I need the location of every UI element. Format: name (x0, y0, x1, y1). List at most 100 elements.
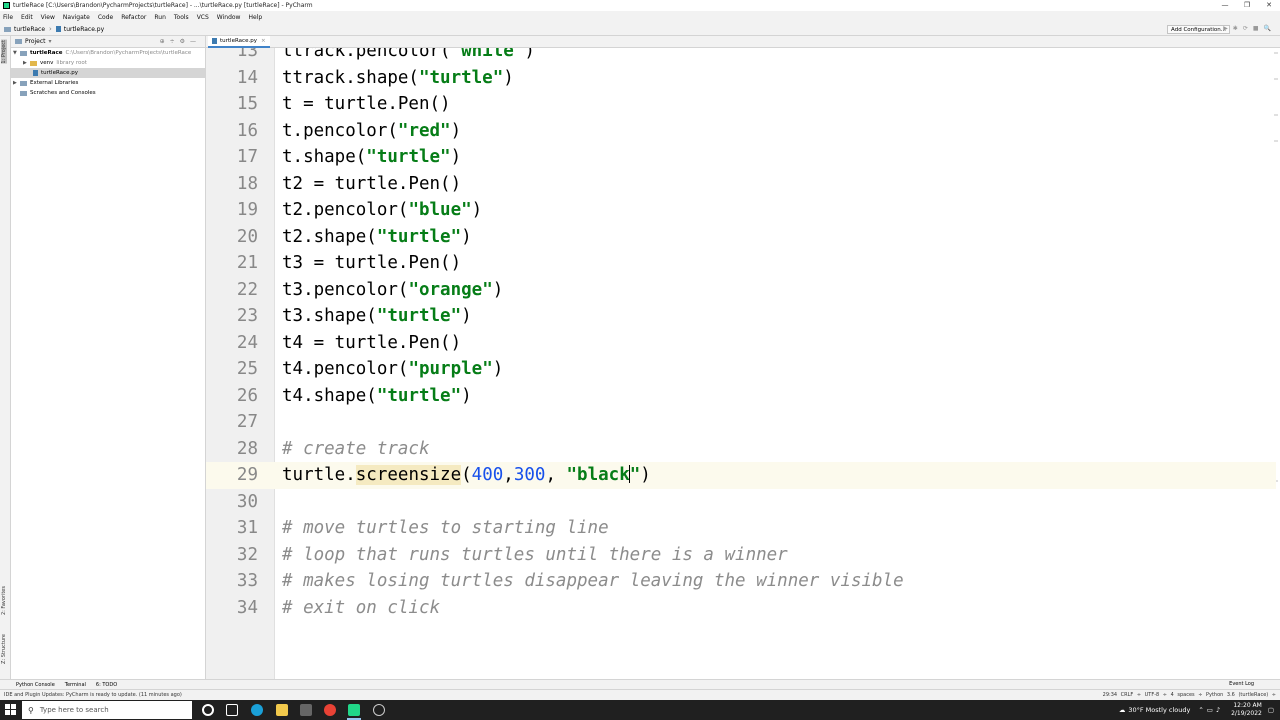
breadcrumb-separator: › (49, 25, 52, 33)
code-line[interactable]: 26 t4.shape("turtle") (206, 383, 1276, 410)
maximize-button[interactable]: ❐ (1236, 0, 1258, 11)
add-configuration-button[interactable]: Add Configuration... (1167, 25, 1230, 34)
code-token: " (629, 465, 641, 485)
menu-code[interactable]: Code (98, 14, 113, 21)
notification-icon[interactable]: ▢ (1268, 706, 1274, 714)
code-token: t3.pencolor( (282, 279, 409, 300)
code-line[interactable]: 20 t2.shape("turtle") (206, 224, 1276, 251)
menu-refactor[interactable]: Refactor (121, 14, 146, 21)
code-line[interactable]: 15 t = turtle.Pen() (206, 91, 1276, 118)
chevron-down-icon[interactable]: ▾ (49, 38, 52, 45)
clock[interactable]: 12:20 AM 2/19/2022 (1231, 702, 1262, 718)
tray-icons[interactable]: ⌃▭♪ (1198, 706, 1223, 714)
menu-view[interactable]: View (41, 14, 55, 21)
code-token: "blue" (408, 200, 472, 220)
code-line[interactable]: 33 # makes losing turtles disappear leavi… (206, 568, 1276, 595)
code-text: # move turtles to starting line (282, 515, 609, 542)
code-line[interactable]: 25 t4.pencolor("purple") (206, 356, 1276, 383)
panel-tool-icons[interactable]: ⊕÷⚙— (160, 38, 201, 45)
todo-tab[interactable]: 6: TODO (96, 682, 117, 688)
code-line[interactable]: 28 # create track (206, 436, 1276, 463)
code-token: t2.shape( (282, 226, 377, 247)
status-message[interactable]: IDE and Plugin Updates: PyCharm is ready… (4, 692, 182, 698)
status-indicators[interactable]: 29:34 CRLF ÷ UTF-8 ÷ 4 spaces ÷ Python 3… (1103, 692, 1276, 698)
pycharm-taskbar-icon[interactable] (348, 704, 360, 716)
structure-tool-tab[interactable]: Z: Structure (1, 634, 7, 664)
edge-icon[interactable] (251, 704, 263, 716)
task-view-icon[interactable] (226, 704, 238, 716)
code-line[interactable]: 14 ttrack.shape("turtle") (206, 65, 1276, 92)
code-text: ttrack.shape("turtle") (282, 65, 514, 92)
file-explorer-icon[interactable] (276, 704, 288, 716)
code-line[interactable]: 19 t2.pencolor("blue") (206, 197, 1276, 224)
taskbar-search-box[interactable]: ⚲ Type here to search (22, 701, 192, 719)
chevron-right-icon[interactable]: ▶ (23, 60, 30, 66)
code-line[interactable]: 30 (206, 489, 1276, 516)
event-log-tab[interactable]: Event Log (1229, 681, 1254, 687)
menu-vcs[interactable]: VCS (197, 14, 209, 21)
minimize-button[interactable]: — (1214, 0, 1236, 11)
cortana-icon[interactable] (202, 704, 214, 716)
menu-file[interactable]: File (3, 14, 13, 21)
code-token: # makes losing turtles disappear leaving… (282, 571, 904, 591)
snipping-tool-icon[interactable] (300, 704, 312, 716)
obs-icon[interactable] (373, 704, 385, 716)
code-line[interactable]: 18 t2 = turtle.Pen() (206, 171, 1276, 198)
run-toolbar-icons: ▶✱⟳■🔍 (1223, 25, 1276, 32)
code-text: t.pencolor("red") (282, 118, 461, 145)
line-number: 26 (236, 385, 258, 406)
code-line[interactable]: 13 ttrack.pencolor("white") (206, 48, 1276, 65)
code-line[interactable]: 32 # loop that runs turtles until there i… (206, 542, 1276, 569)
tree-item-external-libraries[interactable]: ▶ External Libraries (11, 78, 205, 88)
code-text: t3.pencolor("orange") (282, 277, 503, 304)
code-token: ) (450, 120, 462, 141)
terminal-tab[interactable]: Terminal (65, 682, 86, 688)
close-tab-icon[interactable]: × (261, 38, 266, 44)
code-token: 300 (513, 465, 546, 485)
tree-item-scratches[interactable]: Scratches and Consoles (11, 88, 205, 98)
tree-item-venv[interactable]: ▶ venv library root (11, 58, 205, 68)
folder-icon (30, 60, 37, 66)
close-button[interactable]: ✕ (1258, 0, 1280, 11)
windows-start-icon[interactable] (5, 704, 16, 715)
python-console-tab[interactable]: Python Console (16, 682, 55, 688)
project-tool-tab[interactable]: 1: Project (1, 40, 7, 64)
code-line[interactable]: 34 # exit on click (206, 595, 1276, 622)
code-token: # loop that runs turtles until there is … (282, 544, 788, 565)
code-text: # makes losing turtles disappear leaving… (282, 568, 904, 595)
tree-item-turtlerace[interactable]: ▼ turtleRace C:\Users\Brandon\PycharmPro… (11, 48, 205, 58)
menu-help[interactable]: Help (248, 14, 262, 21)
menu-window[interactable]: Window (217, 14, 241, 21)
weather-text[interactable]: 30°F Mostly cloudy (1128, 706, 1190, 714)
chevron-down-icon[interactable]: ▼ (13, 50, 20, 56)
code-line[interactable]: 17 t.shape("turtle") (206, 144, 1276, 171)
project-panel-title[interactable]: Project (25, 38, 46, 45)
editor-tab-turtlerace[interactable]: turtleRace.py × (208, 36, 270, 48)
menu-run[interactable]: Run (154, 14, 166, 21)
chevron-right-icon[interactable]: ▶ (13, 80, 20, 86)
code-line-current[interactable]: 29 turtle.screensize(400,300, "black") (206, 462, 1276, 489)
menu-tools[interactable]: Tools (174, 14, 189, 21)
code-token: "turtle" (376, 306, 462, 326)
code-text: # loop that runs turtles until there is … (282, 542, 788, 569)
code-line[interactable]: 24 t4 = turtle.Pen() (206, 330, 1276, 357)
code-line[interactable]: 16 t.pencolor("red") (206, 118, 1276, 145)
menu-navigate[interactable]: Navigate (63, 14, 90, 21)
chrome-icon[interactable] (324, 704, 336, 716)
code-editor[interactable]: 13 ttrack.pencolor("white") 14 ttrack.shape… (206, 48, 1280, 679)
breadcrumb-file[interactable]: turtleRace.py (55, 26, 104, 33)
code-token: , (503, 465, 514, 485)
breadcrumb-project[interactable]: turtleRace (4, 26, 45, 33)
favorites-tool-tab[interactable]: 2: Favorites (1, 586, 7, 615)
code-line[interactable]: 21 t3 = turtle.Pen() (206, 250, 1276, 277)
code-line[interactable]: 23 t3.shape("turtle") (206, 303, 1276, 330)
line-number: 24 (236, 332, 258, 353)
code-token: t3 = turtle.Pen() (282, 253, 462, 273)
code-line[interactable]: 22 t3.pencolor("orange") (206, 277, 1276, 304)
menu-edit[interactable]: Edit (21, 14, 33, 21)
code-line[interactable]: 31 # move turtles to starting line (206, 515, 1276, 542)
code-token: ) (640, 465, 651, 485)
tree-item-turtlerace-py[interactable]: turtleRace.py (11, 68, 205, 78)
code-line[interactable]: 27 (206, 409, 1276, 436)
code-text: t2.pencolor("blue") (282, 197, 482, 224)
